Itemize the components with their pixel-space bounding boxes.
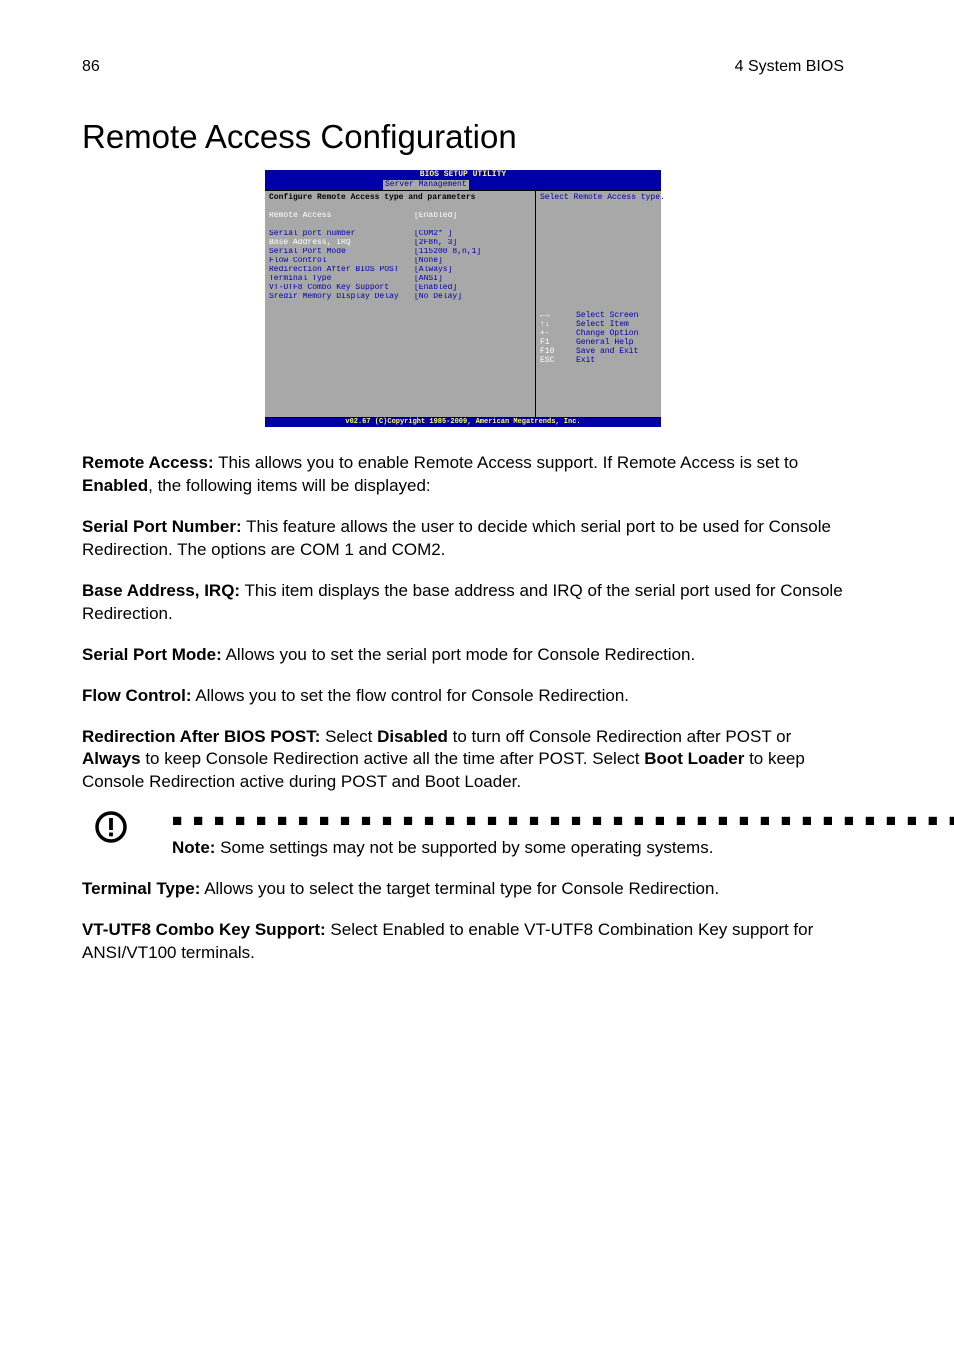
bios-key: ESC	[540, 357, 576, 366]
para-redirection-head: Redirection After BIOS POST:	[82, 727, 320, 746]
para-serial-port-mode-head: Serial Port Mode:	[82, 645, 222, 664]
bios-left-pane: Configure Remote Access type and paramet…	[265, 191, 536, 417]
para-remote-access: Remote Access: This allows you to enable…	[82, 452, 844, 498]
bios-opt-label: Serial port number	[269, 230, 414, 239]
bios-opt-value: [115200 8,n,1]	[414, 248, 531, 257]
para-redirection-after-bios-post: Redirection After BIOS POST: Select Disa…	[82, 726, 844, 795]
bios-opt-value: [2F8h, 3]	[414, 239, 531, 248]
bios-opt-value: [Enabled]	[414, 284, 531, 293]
bios-help-text: Select Remote Access type.	[540, 194, 657, 312]
note-text: Some settings may not be supported by so…	[215, 838, 713, 857]
bios-footer: v02.67 (C)Copyright 1985-2009, American …	[265, 417, 661, 427]
para-remote-access-head: Remote Access:	[82, 453, 214, 472]
bios-opt-value: [ANSI]	[414, 275, 531, 284]
bios-opt-value: [None]	[414, 257, 531, 266]
para-flow-control: Flow Control: Allows you to set the flow…	[82, 685, 844, 708]
note-dots: ■ ■ ■ ■ ■ ■ ■ ■ ■ ■ ■ ■ ■ ■ ■ ■ ■ ■ ■ ■ …	[172, 810, 954, 833]
note-block: ■ ■ ■ ■ ■ ■ ■ ■ ■ ■ ■ ■ ■ ■ ■ ■ ■ ■ ■ ■ …	[82, 810, 844, 860]
caution-icon	[94, 810, 128, 844]
page-header: 86 4 System BIOS	[82, 0, 844, 76]
para-text: Select	[320, 727, 377, 746]
para-text: , the following items will be displayed:	[148, 476, 431, 495]
bios-opt-label: VT-UTF8 Combo Key Support	[269, 284, 414, 293]
para-terminal-type: Terminal Type: Allows you to select the …	[82, 878, 844, 901]
para-text: to turn off Console Redirection after PO…	[448, 727, 791, 746]
para-serial-port-mode: Serial Port Mode: Allows you to set the …	[82, 644, 844, 667]
page-title: Remote Access Configuration	[82, 118, 844, 156]
para-serial-port-number: Serial Port Number: This feature allows …	[82, 516, 844, 562]
bios-tab-selected: Server Management	[383, 180, 469, 190]
bios-opt-value: [Always]	[414, 266, 531, 275]
para-enabled-word: Enabled	[82, 476, 148, 495]
para-text: Allows you to set the serial port mode f…	[222, 645, 695, 664]
bios-opt-label: Sredir Memory Display Delay	[269, 293, 414, 302]
bios-remote-access-label: Remote Access	[269, 212, 414, 221]
para-text: Allows you to set the flow control for C…	[192, 686, 630, 705]
para-base-address-irq: Base Address, IRQ: This item displays th…	[82, 580, 844, 626]
bios-opt-label: Redirection After BIOS POST	[269, 266, 414, 275]
page-number: 86	[82, 58, 100, 76]
bios-remote-access-value: [Enabled]	[414, 212, 531, 221]
bios-opt-label: Flow Control	[269, 257, 414, 266]
note-head: Note:	[172, 838, 215, 857]
para-serial-port-number-head: Serial Port Number:	[82, 517, 242, 536]
para-terminal-type-head: Terminal Type:	[82, 879, 200, 898]
bios-tab-row: Server Management	[265, 180, 661, 191]
para-text: This allows you to enable Remote Access …	[214, 453, 799, 472]
bios-title-bar: BIOS SETUP UTILITY	[265, 170, 661, 180]
bios-right-pane: Select Remote Access type. ←→Select Scre…	[536, 191, 661, 417]
section-title: 4 System BIOS	[735, 58, 844, 76]
para-base-address-irq-head: Base Address, IRQ:	[82, 581, 240, 600]
para-vt-utf8: VT-UTF8 Combo Key Support: Select Enable…	[82, 919, 844, 965]
bios-opt-value: [No Delay]	[414, 293, 531, 302]
bios-heading: Configure Remote Access type and paramet…	[269, 194, 475, 203]
para-disabled-word: Disabled	[377, 727, 448, 746]
bios-opt-label: Terminal Type	[269, 275, 414, 284]
bios-screenshot: BIOS SETUP UTILITY Server Management Con…	[265, 170, 661, 427]
para-always-word: Always	[82, 749, 141, 768]
bios-opt-label: Serial Port Mode	[269, 248, 414, 257]
para-boot-loader-word: Boot Loader	[644, 749, 744, 768]
para-text: Allows you to select the target terminal…	[200, 879, 719, 898]
para-flow-control-head: Flow Control:	[82, 686, 192, 705]
bios-key-desc: Exit	[576, 357, 657, 366]
para-text: to keep Console Redirection active all t…	[141, 749, 645, 768]
bios-opt-label: Base Address, IRQ	[269, 239, 414, 248]
para-vt-utf8-head: VT-UTF8 Combo Key Support:	[82, 920, 326, 939]
bios-opt-value: [COM2* ]	[414, 230, 531, 239]
